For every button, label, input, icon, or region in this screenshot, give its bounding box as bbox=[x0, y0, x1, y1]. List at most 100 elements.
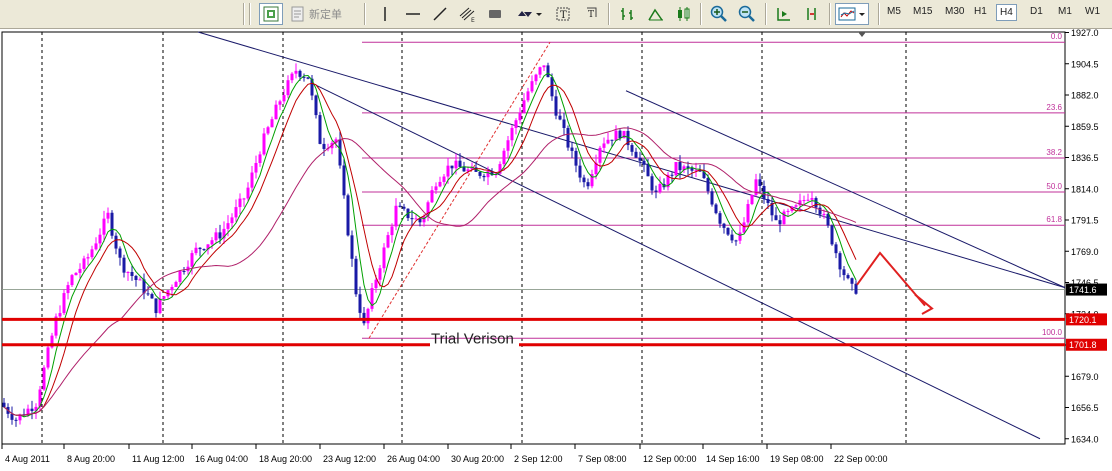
candle-body bbox=[94, 243, 98, 250]
candle-body bbox=[690, 168, 694, 171]
candle-body bbox=[14, 419, 18, 421]
toolbar-separator bbox=[878, 3, 880, 25]
indicators-button[interactable] bbox=[835, 3, 869, 25]
candle-body bbox=[118, 248, 122, 258]
candle-body bbox=[250, 172, 254, 188]
auto-scroll-button[interactable] bbox=[773, 3, 795, 25]
zoom-out-icon bbox=[738, 5, 755, 22]
new-order-button[interactable]: 新定单 bbox=[290, 3, 352, 25]
candle-body bbox=[730, 234, 734, 241]
candle-body bbox=[162, 296, 166, 299]
x-axis-label: 14 Sep 16:00 bbox=[706, 454, 760, 464]
candle-body bbox=[122, 257, 126, 273]
chart-toolbar: 新定单 E T T M5 M15 M30 H1 H4 D1 M1 W1 bbox=[0, 0, 1112, 29]
candle-body bbox=[238, 198, 242, 208]
candle-body bbox=[134, 275, 138, 280]
candle-body bbox=[486, 171, 490, 178]
candle-body bbox=[450, 165, 454, 169]
candle-body bbox=[454, 160, 458, 169]
x-axis-label: 18 Aug 20:00 bbox=[259, 454, 312, 464]
candle-body bbox=[818, 207, 822, 215]
x-axis-label: 4 Aug 2011 bbox=[5, 454, 50, 464]
candle-body bbox=[30, 408, 34, 412]
candle-body bbox=[806, 199, 810, 201]
candle-body bbox=[314, 95, 318, 116]
candle-body bbox=[546, 65, 550, 78]
candle-body bbox=[638, 157, 642, 161]
timeframe-m5[interactable]: M5 bbox=[887, 6, 901, 17]
candle-body bbox=[854, 283, 858, 294]
trendline-tool[interactable] bbox=[430, 3, 450, 25]
candle-body bbox=[602, 143, 606, 148]
candle-body bbox=[294, 70, 298, 74]
candle-body bbox=[630, 145, 634, 152]
candle-body bbox=[322, 143, 326, 149]
candle-body bbox=[738, 232, 742, 241]
fib-level-label: 38.2 bbox=[1046, 148, 1062, 157]
toolbar-separator bbox=[700, 3, 702, 25]
bar-chart-button[interactable] bbox=[617, 3, 639, 25]
auto-scroll-icon bbox=[777, 8, 790, 21]
candle-body bbox=[254, 162, 258, 173]
candle-body bbox=[642, 160, 646, 165]
candle-body bbox=[410, 218, 414, 220]
timeframe-m15[interactable]: M15 bbox=[913, 6, 932, 17]
candle-body bbox=[194, 247, 198, 254]
candle-body bbox=[70, 275, 74, 286]
vertical-line-tool[interactable] bbox=[375, 3, 395, 25]
candle-body bbox=[262, 133, 266, 155]
line-chart-button[interactable] bbox=[673, 3, 695, 25]
timeframe-m30[interactable]: M30 bbox=[945, 6, 964, 17]
current-price-label: 1741.6 bbox=[1069, 285, 1097, 295]
timeframe-w1[interactable]: W1 bbox=[1085, 6, 1100, 17]
candle-body bbox=[846, 275, 850, 279]
market-watch-button[interactable] bbox=[259, 3, 283, 25]
candle-body bbox=[378, 268, 382, 280]
chart-canvas[interactable]: 0.0 23.6 38.2 50.0 61.8 100.0 Trial Verison 1… bbox=[0, 28, 1112, 471]
candle-body bbox=[10, 413, 14, 420]
candle-body bbox=[106, 212, 110, 219]
x-axis-label: 19 Sep 08:00 bbox=[770, 454, 824, 464]
horizontal-line-tool[interactable] bbox=[403, 3, 423, 25]
arrows-icon bbox=[518, 11, 542, 17]
y-axis-label: 1859.5 bbox=[1071, 122, 1099, 132]
candle-body bbox=[478, 171, 482, 176]
candle-body bbox=[174, 281, 178, 288]
candle-body bbox=[578, 165, 582, 178]
zoom-out-button[interactable] bbox=[736, 3, 758, 25]
candle-body bbox=[522, 100, 526, 113]
timeframe-m1[interactable]: M1 bbox=[1058, 6, 1072, 17]
timeframe-h4[interactable]: H4 bbox=[996, 4, 1017, 21]
candlestick-chart-button[interactable] bbox=[645, 3, 667, 25]
candle-body bbox=[562, 119, 566, 128]
text-label-tool[interactable]: T bbox=[583, 3, 603, 25]
candle-body bbox=[606, 139, 610, 144]
candle-body bbox=[718, 213, 722, 224]
candle-body bbox=[726, 227, 730, 235]
candle-body bbox=[442, 176, 446, 182]
arrows-tool[interactable] bbox=[514, 3, 544, 25]
fib-level-label: 50.0 bbox=[1046, 182, 1062, 191]
chart-shift-button[interactable] bbox=[801, 3, 823, 25]
timeframe-d1[interactable]: D1 bbox=[1030, 6, 1043, 17]
candle-body bbox=[482, 175, 486, 178]
candle-body bbox=[246, 187, 250, 199]
channel-tool[interactable]: E bbox=[457, 3, 479, 25]
candle-body bbox=[2, 402, 6, 407]
zoom-in-button[interactable] bbox=[708, 3, 730, 25]
price-chart[interactable]: 0.0 23.6 38.2 50.0 61.8 100.0 Trial Verison 1… bbox=[0, 28, 1112, 471]
x-axis-label: 12 Sep 00:00 bbox=[643, 454, 697, 464]
text-icon: T bbox=[556, 7, 570, 21]
x-axis-label: 7 Sep 08:00 bbox=[578, 454, 627, 464]
x-axis-label: 16 Aug 04:00 bbox=[195, 454, 248, 464]
candle-body bbox=[746, 204, 750, 223]
candle-body bbox=[182, 270, 186, 272]
timeframe-h1[interactable]: H1 bbox=[974, 6, 987, 17]
text-tool[interactable]: T bbox=[553, 3, 573, 25]
candle-body bbox=[58, 313, 62, 317]
toolbar-separator bbox=[364, 3, 366, 25]
candle-body bbox=[670, 174, 674, 176]
rectangle-tool[interactable] bbox=[485, 3, 505, 25]
y-axis-label: 1836.5 bbox=[1071, 153, 1099, 163]
candle-body bbox=[430, 190, 434, 203]
